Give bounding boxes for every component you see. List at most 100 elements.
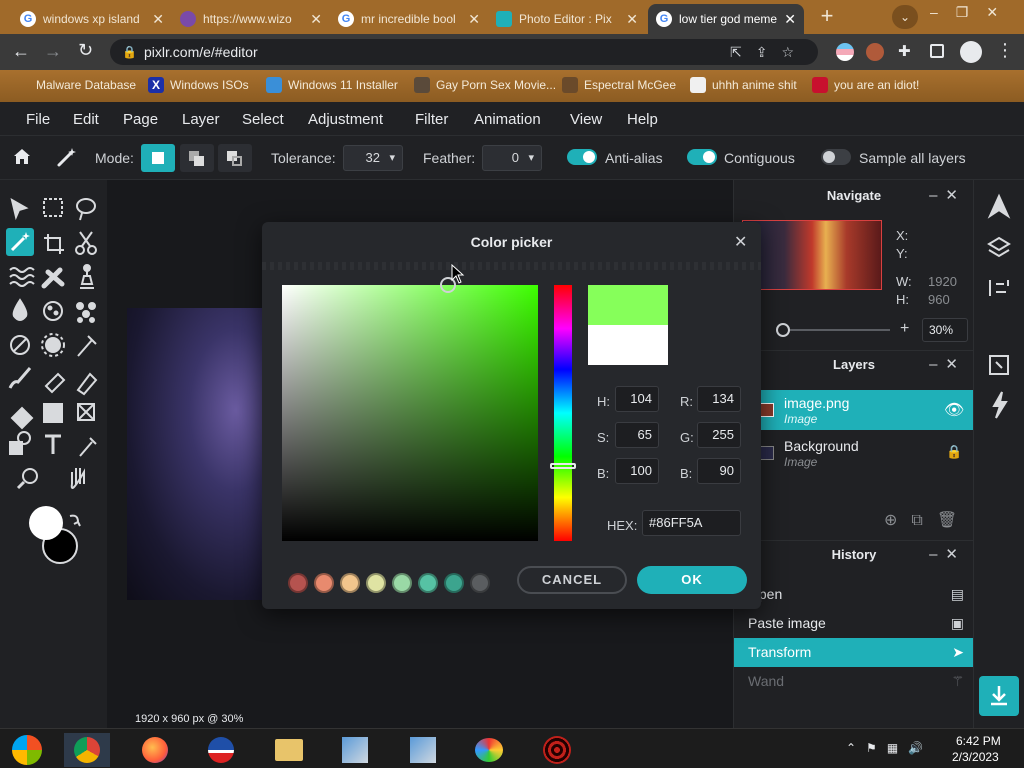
mode-subtract-button[interactable] [218,144,252,172]
mode-add-button[interactable] [180,144,214,172]
cancel-button[interactable]: CANCEL [517,566,627,594]
layer-item-active[interactable]: image.png Image 👁 [734,390,974,430]
hex-input[interactable]: #86FF5A [642,510,741,536]
forward-icon[interactable]: → [44,41,62,62]
history-item-disabled[interactable]: Wand ⚚ [734,667,974,696]
file-explorer-taskbar-icon[interactable] [266,733,312,767]
color-swatch[interactable] [392,573,412,593]
window-controls[interactable]: –❐✕ [930,4,1020,30]
menu-edit[interactable]: Edit [73,111,99,128]
firefox-taskbar-icon[interactable] [132,733,178,767]
feather-input[interactable]: 0 [482,145,542,171]
spiral-taskbar-icon[interactable] [534,733,580,767]
extensions-puzzle-icon[interactable]: ✚ [898,42,911,60]
color-swatch[interactable] [314,573,334,593]
panel-controls[interactable]: –✕ [929,540,966,570]
zoom-slider-track[interactable] [776,329,890,331]
system-tray-icons[interactable]: ⌃⚑▦🔊 [846,741,933,755]
history-item-active[interactable]: Transform ➤ [734,638,974,667]
drag-handle[interactable] [262,262,761,270]
installer-taskbar-icon[interactable] [400,733,446,767]
close-tab-icon[interactable]: ✕ [152,11,164,28]
reload-icon[interactable]: ↻ [78,40,93,61]
lock-icon[interactable]: 🔒 [946,444,962,460]
color-swatch[interactable] [418,573,438,593]
panel-controls[interactable]: –✕ [929,181,966,211]
menu-animation[interactable]: Animation [474,111,541,128]
new-tab-icon[interactable]: + [814,5,840,29]
hue-slider[interactable] [554,285,572,541]
layer-item[interactable]: Background Image 🔒 [734,433,974,473]
chrome-taskbar-icon[interactable] [64,733,110,767]
close-tab-icon[interactable]: ✕ [468,11,480,28]
blue-input[interactable]: 90 [697,458,741,484]
menu-file[interactable]: File [26,111,50,128]
color-swatch[interactable] [288,573,308,593]
omnibox-action-icons[interactable]: ⇱⇪☆ [730,39,808,65]
eye-icon[interactable]: 👁 [944,400,964,420]
bookmark-item[interactable]: uhhh anime shit [690,77,797,93]
bookmark-item[interactable]: Gay Porn Sex Movie... [414,77,556,93]
navigator-thumbnail[interactable] [742,220,882,290]
close-tab-icon[interactable]: ✕ [310,11,322,28]
red-input[interactable]: 134 [697,386,741,412]
layer-action-icons[interactable]: ⊕⧉🗑 [884,510,971,530]
tab-search-chevron-icon[interactable]: ⌄ [892,5,918,29]
download-button[interactable] [979,676,1019,716]
browser-tab[interactable]: https://www.wizo ✕ [172,4,330,34]
address-bar-input[interactable]: 🔒 pixlr.com/e/#editor ⇱⇪☆ [110,39,818,65]
bookmark-item[interactable]: X Windows ISOs [148,77,249,93]
close-tab-icon[interactable]: ✕ [626,11,638,28]
color-swatch[interactable] [470,573,490,593]
ok-button[interactable]: OK [637,566,747,594]
anti-alias-toggle[interactable] [567,149,597,165]
sample-all-layers-toggle[interactable] [821,149,851,165]
more-menu-icon[interactable]: ⋮ [996,40,1014,61]
menu-adjustment[interactable]: Adjustment [308,111,383,128]
color-swatch[interactable] [444,573,464,593]
close-tab-icon[interactable]: ✕ [784,11,796,28]
browser-tab[interactable]: G mr incredible bool ✕ [330,4,488,34]
obama-logo-taskbar-icon[interactable] [198,733,244,767]
browser-tab-active[interactable]: G low tier god meme ✕ [648,4,804,34]
contiguous-toggle[interactable] [687,149,717,165]
profile-avatar-icon[interactable] [960,41,982,63]
installer-taskbar-icon[interactable] [332,733,378,767]
color-swatch[interactable] [366,573,386,593]
bookmark-item[interactable]: Espectral McGee [562,77,676,93]
bookmark-item[interactable]: Malware Database [20,77,136,93]
color-swatch[interactable] [340,573,360,593]
close-icon[interactable]: ✕ [734,232,747,252]
home-icon[interactable] [12,146,32,166]
paint-taskbar-icon[interactable] [466,733,512,767]
zoom-in-icon[interactable]: + [900,320,909,338]
zoom-slider-handle[interactable] [776,323,790,337]
history-item[interactable]: Open ▤ [734,580,974,609]
bookmark-item[interactable]: Windows 11 Installer [266,77,398,93]
extension-avatar-icon[interactable] [866,43,884,61]
menu-select[interactable]: Select [242,111,284,128]
menu-page[interactable]: Page [123,111,158,128]
menu-help[interactable]: Help [627,111,658,128]
menu-layer[interactable]: Layer [182,111,220,128]
browser-tab[interactable]: Photo Editor : Pix ✕ [488,4,646,34]
hue-slider-handle[interactable] [550,463,576,469]
side-panel-icon[interactable] [930,44,944,58]
panel-controls[interactable]: –✕ [929,350,966,380]
back-icon[interactable]: ← [12,41,30,62]
bookmark-item[interactable]: you are an idiot! [812,77,919,93]
saturation-value-field[interactable] [282,285,538,541]
menu-view[interactable]: View [570,111,602,128]
hue-input[interactable]: 104 [615,386,659,412]
menu-filter[interactable]: Filter [415,111,448,128]
mode-new-button[interactable] [141,144,175,172]
canvas-image[interactable] [127,308,263,600]
zoom-input[interactable]: 30% [922,318,968,342]
browser-tab[interactable]: G windows xp island ✕ [12,4,172,34]
extension-flag-icon[interactable] [836,43,854,61]
brightness-input[interactable]: 100 [615,458,659,484]
start-button[interactable] [4,733,50,767]
tolerance-input[interactable]: 32 [343,145,403,171]
saturation-input[interactable]: 65 [615,422,659,448]
green-input[interactable]: 255 [697,422,741,448]
